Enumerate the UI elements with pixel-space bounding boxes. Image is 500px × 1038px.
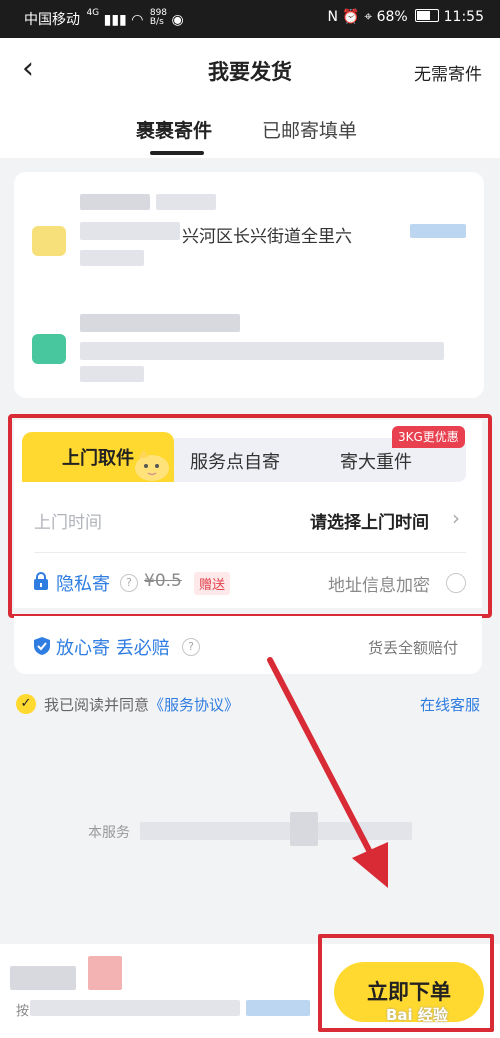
receiver-avatar xyxy=(32,334,66,364)
help-icon[interactable]: ? xyxy=(182,638,200,656)
notice-text: 本服务 xyxy=(88,825,130,841)
annotation-arrow xyxy=(267,657,388,888)
agreement-prefix: 我已阅读并同意 xyxy=(44,696,150,714)
edit-link-blur[interactable] xyxy=(410,224,466,238)
highlight-box xyxy=(8,414,492,618)
eye-icon: ◉ xyxy=(171,12,184,28)
signal-icon: ▮▮▮ xyxy=(103,12,127,28)
battery-percent: 68% xyxy=(376,9,408,25)
agree-checkbox[interactable]: ✓ xyxy=(16,694,36,714)
sender-address-fragment: 兴河区长兴街道全里六 xyxy=(182,227,352,247)
agreement-text: 我已阅读并同意《服务协议》 xyxy=(44,694,239,715)
location-icon: ⌖ xyxy=(364,9,373,25)
carrier-label: 中国移动 xyxy=(24,12,80,28)
battery-icon xyxy=(415,9,440,22)
insurance-label: 放心寄 丢必赔 xyxy=(56,638,170,659)
shield-icon xyxy=(34,637,50,655)
receiver-name-blur xyxy=(80,314,240,332)
nfc-icon: N xyxy=(327,9,338,25)
net-speed-unit: B/s xyxy=(149,17,164,27)
online-service-link[interactable]: 在线客服 xyxy=(420,694,480,715)
no-shipping-button[interactable]: 无需寄件 xyxy=(414,60,482,85)
price-blur xyxy=(10,966,76,990)
tab-mailed-form[interactable]: 已邮寄填单 xyxy=(262,116,357,143)
service-agreement-link[interactable]: 《服务协议》 xyxy=(149,696,239,714)
price-detail-prefix: 按 xyxy=(16,1004,30,1019)
tab-package-ship[interactable]: 裹裹寄件 xyxy=(136,116,212,143)
sender-name-blur xyxy=(80,194,150,210)
status-bar: 中国移动 4G ▮▮▮ ◠ 898 B/s ◉ N ⏰ ⌖ 68% 11:55 xyxy=(0,0,500,38)
network-type: 4G xyxy=(86,8,100,18)
wifi-icon: ◠ xyxy=(131,12,144,28)
sender-avatar xyxy=(32,226,66,256)
alarm-icon: ⏰ xyxy=(342,9,360,25)
watermark: Bai 经验 xyxy=(386,1006,448,1024)
clock-time: 11:55 xyxy=(443,9,484,25)
tab-indicator xyxy=(150,151,204,155)
